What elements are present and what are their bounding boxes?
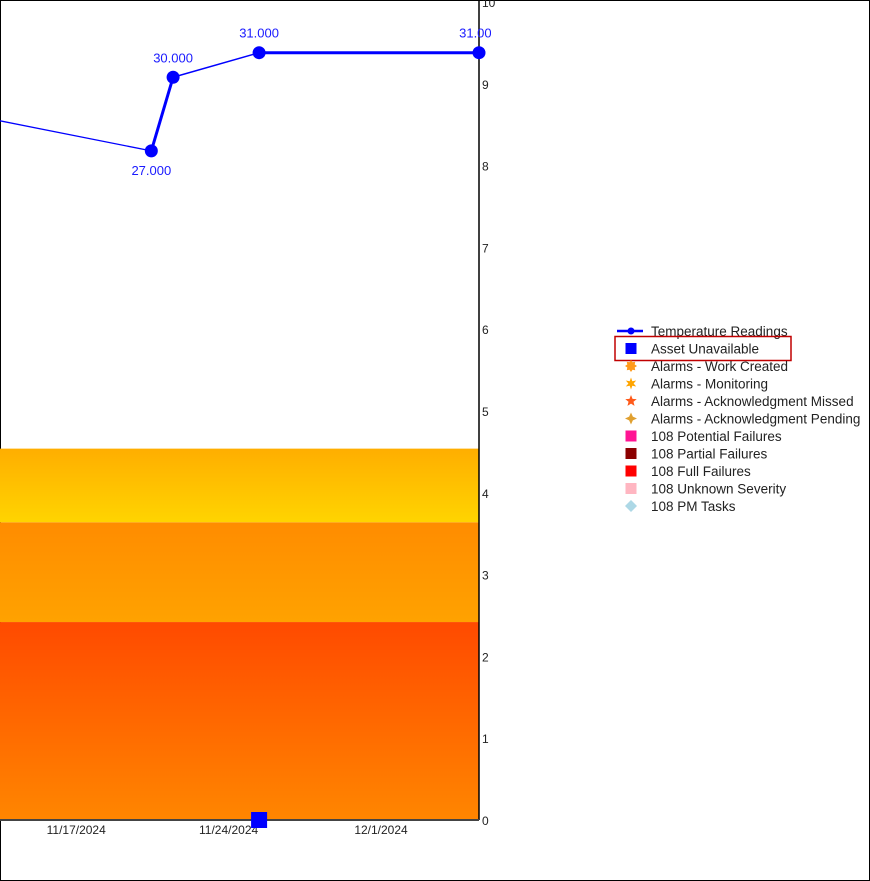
legend-item-label: 108 Partial Failures [651, 447, 768, 462]
x-tick-label: 11/17/2024 [47, 823, 106, 837]
temperature-data-label: 31.000 [459, 26, 499, 41]
temperature-line-segment [0, 120, 152, 152]
temperature-data-label: 27.000 [131, 163, 171, 178]
y-tick-label: 2 [482, 650, 489, 664]
legend-dot-icon [627, 327, 635, 335]
legend-item-label: 108 Potential Failures [651, 429, 782, 444]
chart: 0 1 2 3 4 5 6 7 8 9 10 11/17/2024 11/24/2024 12/1/202… [0, 0, 860, 837]
y-tick-label: 4 [482, 487, 489, 501]
temperature-point [472, 46, 486, 60]
legend-square-icon [625, 430, 637, 442]
legend-item-label: 108 Full Failures [651, 464, 751, 479]
y-tick-label: 5 [482, 405, 489, 419]
band-0 [0, 622, 479, 820]
legend-star-icon [625, 360, 637, 372]
legend-item-label: Alarms - Monitoring [651, 377, 768, 392]
legend-square-icon [625, 465, 637, 477]
legend-item-label: Alarms - Work Created [651, 359, 788, 374]
legend-item-label: Asset Unavailable [651, 342, 759, 357]
band-2 [0, 448, 479, 523]
band-1 [0, 522, 479, 623]
legend-star-icon [625, 377, 637, 390]
legend: Temperature ReadingsAsset UnavailableAla… [614, 324, 860, 514]
asset-unavailable-marker [251, 812, 268, 828]
y-tick-label: 10 [482, 0, 496, 10]
temperature-data-label: 31.000 [239, 26, 279, 41]
y-tick-label: 1 [482, 732, 489, 746]
legend-square-icon [625, 483, 637, 494]
legend-item-label: 108 Unknown Severity [651, 482, 786, 497]
temperature-point [166, 70, 180, 84]
legend-square-icon [625, 343, 637, 354]
y-tick-label: 9 [482, 78, 489, 92]
temperature-data-label: 30.000 [153, 50, 193, 65]
y-tick-label: 6 [482, 323, 489, 337]
legend-item-label: Alarms - Acknowledgment Missed [651, 394, 854, 409]
legend-diamond-icon [625, 500, 637, 512]
legend-star-icon [625, 412, 637, 425]
y-tick-label: 3 [482, 569, 489, 583]
x-tick-label: 12/1/2024 [354, 823, 408, 837]
legend-square-icon [625, 448, 637, 459]
y-tick-label: 0 [482, 814, 489, 828]
temperature-point [144, 144, 158, 158]
x-tick-label: 11/24/2024 [199, 823, 258, 837]
legend-star-icon [625, 395, 637, 406]
y-tick-label: 8 [482, 160, 489, 174]
temperature-point [252, 46, 266, 60]
y-tick-label: 7 [482, 241, 489, 255]
temperature-line-segment [149, 76, 175, 152]
legend-item-label: Alarms - Acknowledgment Pending [651, 412, 860, 427]
bands [0, 448, 479, 820]
legend-item-label: 108 PM Tasks [651, 499, 736, 514]
